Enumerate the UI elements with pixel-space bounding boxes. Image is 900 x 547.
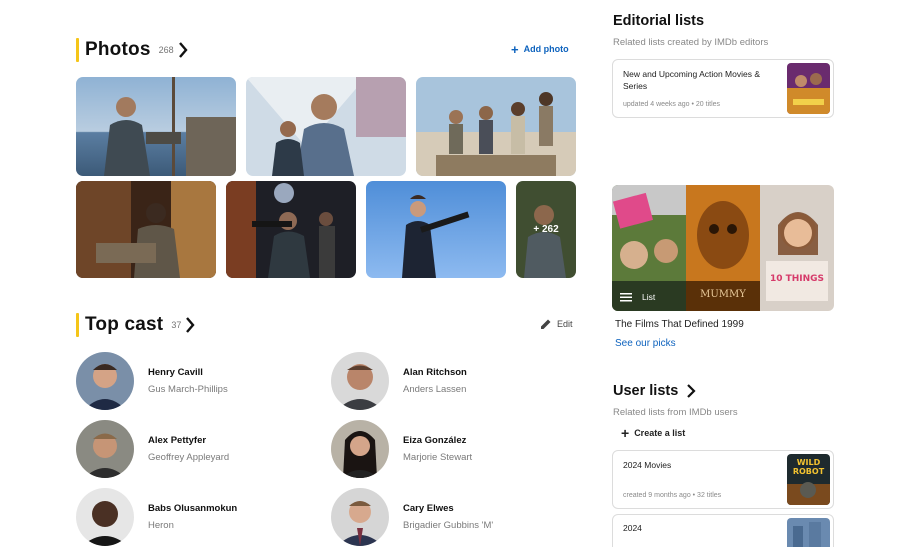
plus-icon: + <box>511 41 519 57</box>
featured-list-posters[interactable]: List MUMMY 10 THINGS <box>612 185 834 311</box>
photo-1[interactable] <box>76 77 236 176</box>
poster-10-things[interactable]: 10 THINGS <box>760 185 834 311</box>
cast-role[interactable]: Heron <box>148 520 237 531</box>
photo-2[interactable] <box>246 77 406 176</box>
editorial-list-card[interactable]: New and Upcoming Action Movies & Series … <box>612 59 834 118</box>
list-tag: List <box>620 292 655 302</box>
user-lists-subtitle: Related lists from IMDb users <box>613 407 738 418</box>
cast-name[interactable]: Alan Ritchson <box>403 367 467 378</box>
photo-4[interactable] <box>76 181 216 278</box>
chevron-right-icon[interactable] <box>178 42 188 58</box>
cast-name[interactable]: Alex Pettyfer <box>148 435 229 446</box>
cast-name[interactable]: Eiza González <box>403 435 472 446</box>
plus-icon: + <box>621 424 630 441</box>
list-card-meta: created 9 months ago • 32 titles <box>623 492 722 499</box>
cast-name[interactable]: Henry Cavill <box>148 367 228 378</box>
photo-5[interactable] <box>226 181 356 278</box>
add-photo-label: Add photo <box>523 44 569 54</box>
list-card-thumbnail[interactable] <box>787 518 830 547</box>
editorial-lists-title: Editorial lists <box>613 13 705 29</box>
list-card-thumbnail[interactable] <box>787 63 830 114</box>
create-list-label: Create a list <box>634 428 686 438</box>
svg-text:MUMMY: MUMMY <box>700 289 746 300</box>
list-card-title[interactable]: 2024 <box>623 522 642 534</box>
add-photo-button[interactable]: + Add photo <box>511 41 569 57</box>
thumbnail-title: WILD ROBOT <box>792 458 825 476</box>
avatar[interactable] <box>331 488 389 546</box>
cast-member[interactable]: Cary Elwes Brigadier Gubbins 'M' <box>331 488 493 546</box>
user-lists-title[interactable]: User lists <box>613 383 678 399</box>
list-icon <box>620 292 632 302</box>
section-accent-bar <box>76 38 79 62</box>
chevron-right-icon[interactable] <box>185 317 195 333</box>
avatar[interactable] <box>76 420 134 478</box>
photo-7-more[interactable]: + 262 <box>516 181 576 278</box>
photos-count: 268 <box>158 45 174 55</box>
cast-role[interactable]: Marjorie Stewart <box>403 452 472 463</box>
more-photos-count: + 262 <box>516 181 576 278</box>
editorial-lists-subtitle: Related lists created by IMDb editors <box>613 37 769 48</box>
top-cast-header[interactable]: Top cast 37 <box>76 313 195 337</box>
cast-role[interactable]: Geoffrey Appleyard <box>148 452 229 463</box>
list-tag-label: List <box>642 292 656 302</box>
list-card-title[interactable]: New and Upcoming Action Movies & Series <box>623 68 773 92</box>
svg-text:10 THINGS: 10 THINGS <box>770 274 824 284</box>
edit-label: Edit <box>557 319 573 329</box>
avatar[interactable] <box>331 420 389 478</box>
user-lists-header[interactable]: User lists <box>613 383 696 399</box>
pencil-icon <box>541 319 551 329</box>
section-accent-bar <box>76 313 79 337</box>
avatar[interactable] <box>76 352 134 410</box>
featured-list-title[interactable]: The Films That Defined 1999 <box>615 319 744 330</box>
top-cast-count: 37 <box>171 320 182 330</box>
chevron-right-icon[interactable] <box>686 384 696 398</box>
poster-the-mummy[interactable]: MUMMY <box>686 185 760 311</box>
cast-member[interactable]: Alan Ritchson Anders Lassen <box>331 352 467 410</box>
user-list-card[interactable]: 2024 <box>612 514 834 547</box>
cast-role[interactable]: Gus March-Phillips <box>148 384 228 395</box>
cast-member[interactable]: Alex Pettyfer Geoffrey Appleyard <box>76 420 229 478</box>
photo-6[interactable] <box>366 181 506 278</box>
cast-member[interactable]: Henry Cavill Gus March-Phillips <box>76 352 228 410</box>
edit-cast-button[interactable]: Edit <box>540 318 573 330</box>
cast-member[interactable]: Eiza González Marjorie Stewart <box>331 420 472 478</box>
photos-header[interactable]: Photos 268 <box>76 38 188 62</box>
cast-member[interactable]: Babs Olusanmokun Heron <box>76 488 237 546</box>
list-card-meta: updated 4 weeks ago • 20 titles <box>623 101 721 108</box>
cast-name[interactable]: Cary Elwes <box>403 503 493 514</box>
list-card-title[interactable]: 2024 Movies <box>623 459 671 471</box>
cast-role[interactable]: Brigadier Gubbins 'M' <box>403 520 493 531</box>
create-list-button[interactable]: + Create a list <box>621 424 686 441</box>
photos-title[interactable]: Photos <box>85 39 151 61</box>
photo-3[interactable] <box>416 77 576 176</box>
top-cast-title[interactable]: Top cast <box>85 314 163 336</box>
see-our-picks-link[interactable]: See our picks <box>615 338 676 349</box>
avatar[interactable] <box>331 352 389 410</box>
user-list-card[interactable]: 2024 Movies created 9 months ago • 32 ti… <box>612 450 834 509</box>
avatar[interactable] <box>76 488 134 546</box>
list-card-thumbnail[interactable]: WILD ROBOT <box>787 454 830 505</box>
poster-fight-club[interactable]: List <box>612 185 686 311</box>
cast-role[interactable]: Anders Lassen <box>403 384 467 395</box>
cast-name[interactable]: Babs Olusanmokun <box>148 503 237 514</box>
